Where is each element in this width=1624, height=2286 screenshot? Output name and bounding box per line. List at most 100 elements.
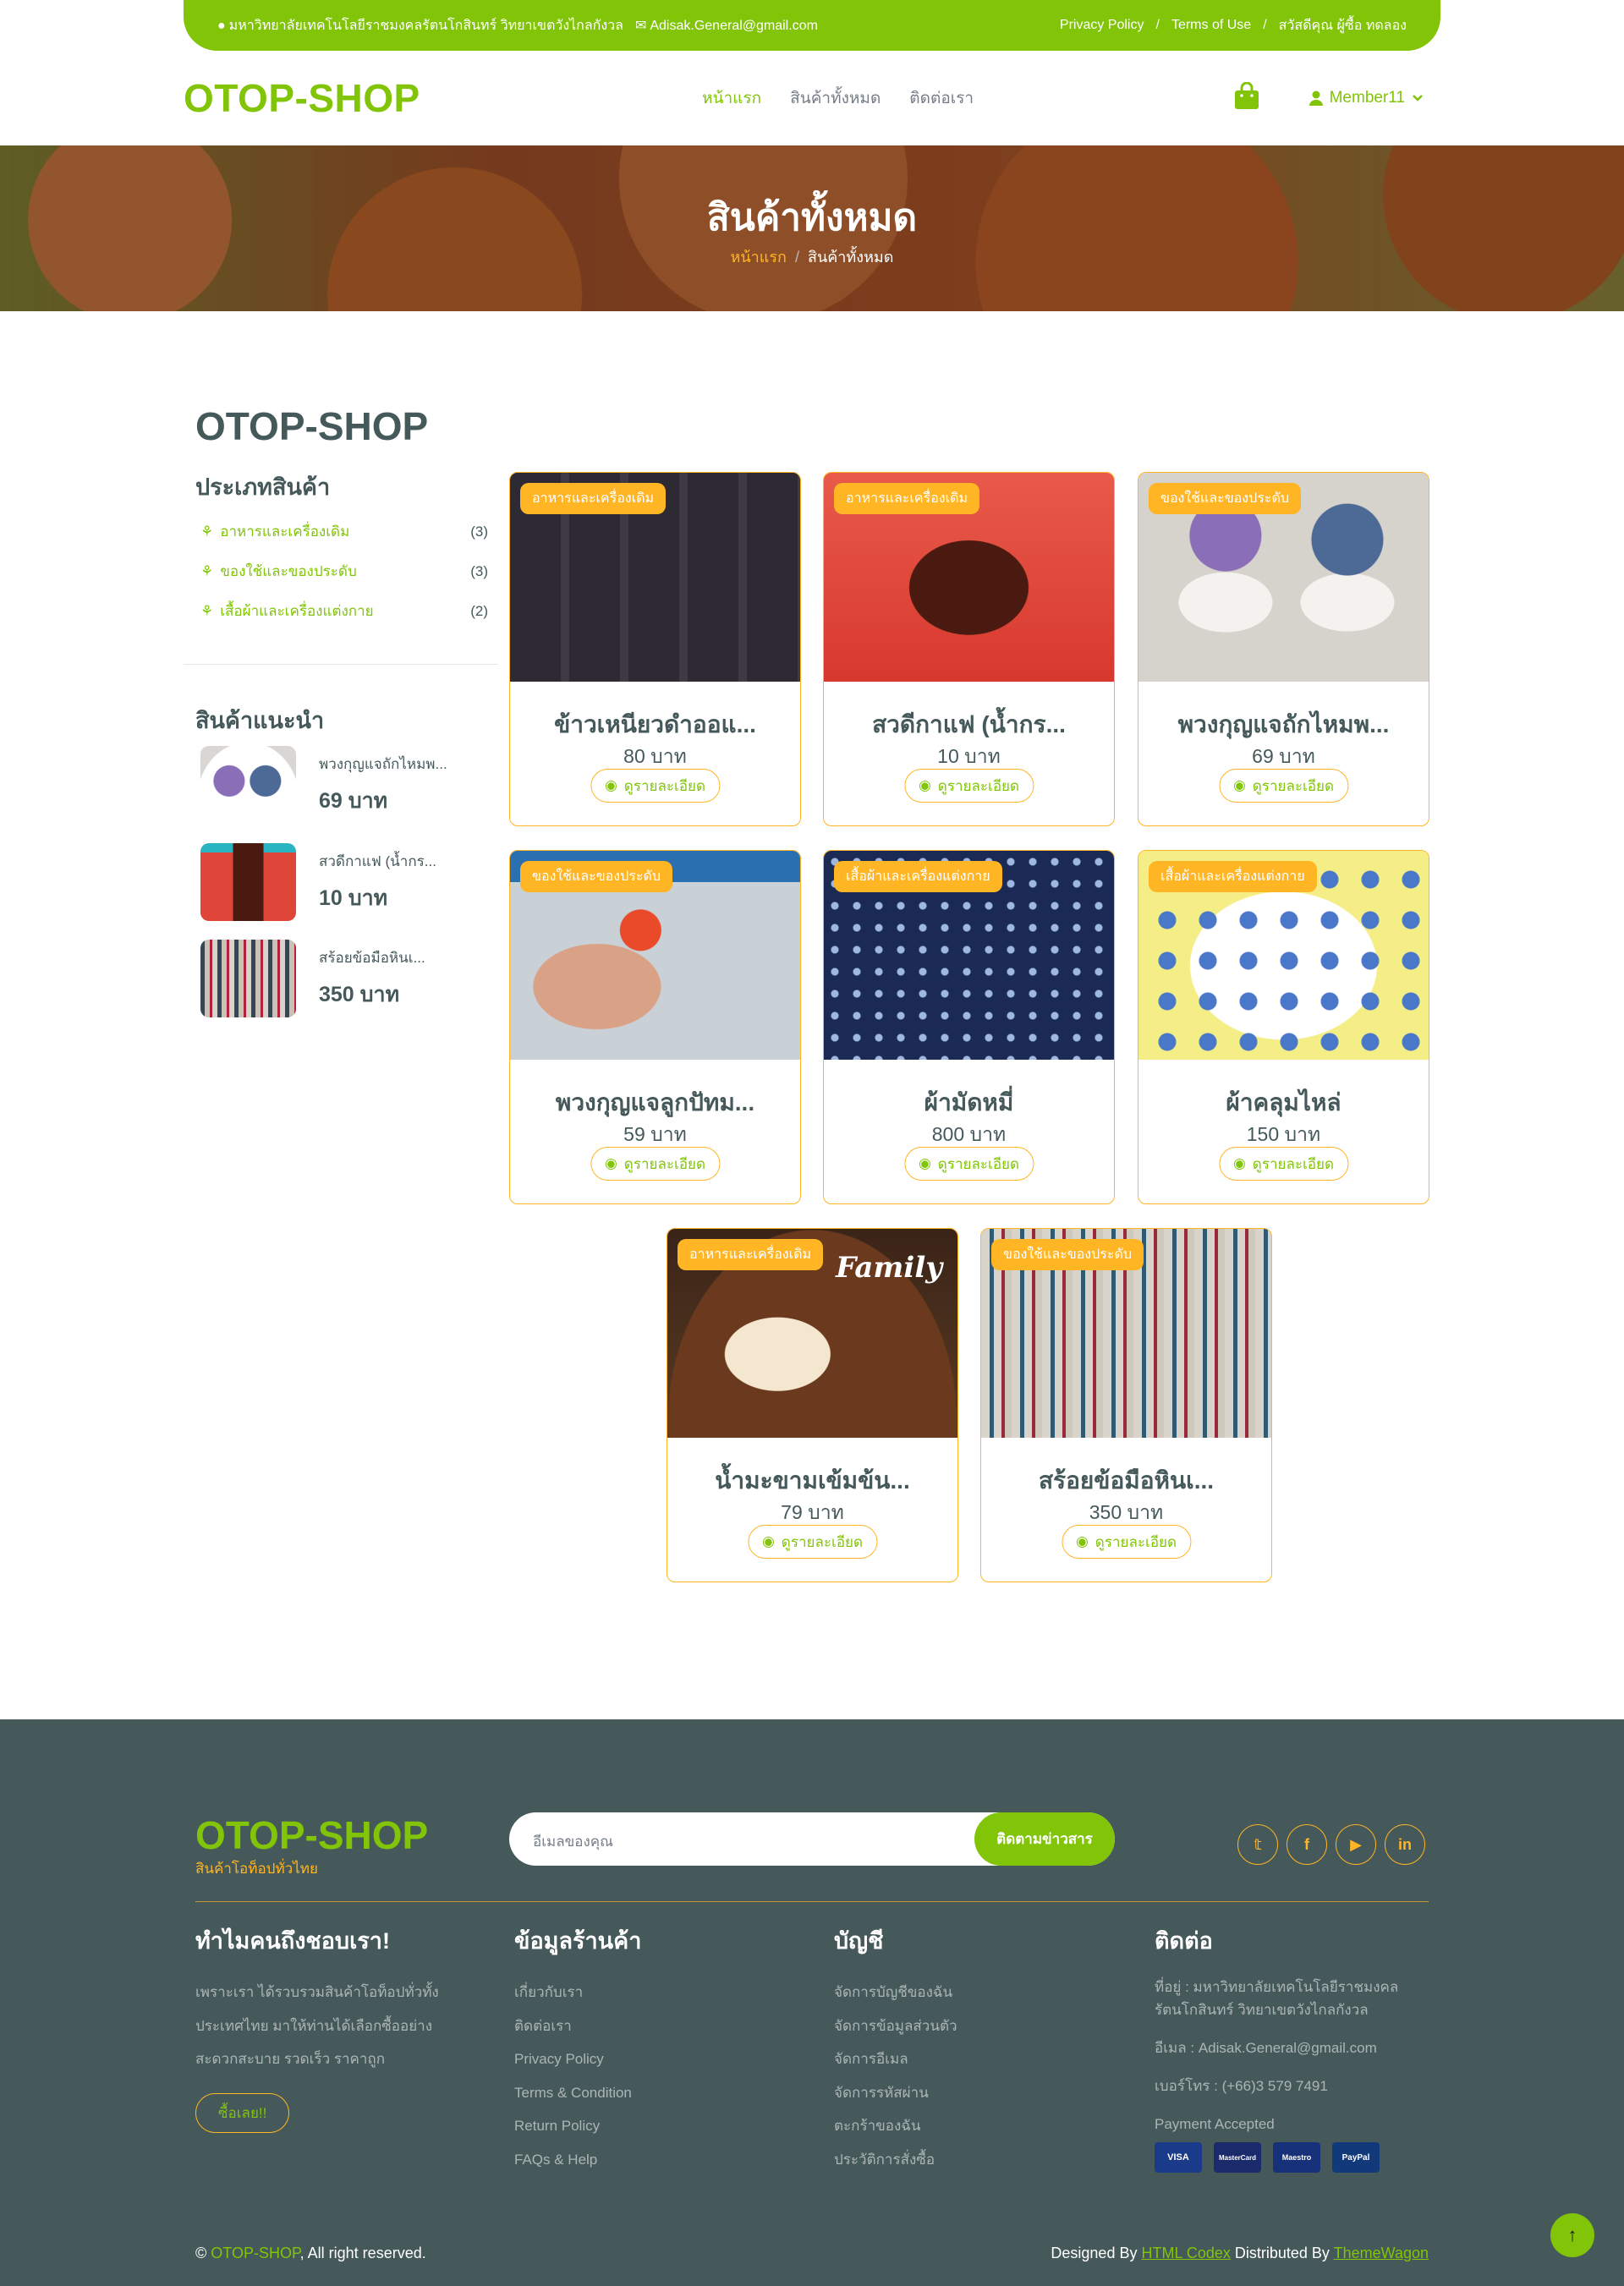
copyright-brand-link[interactable]: OTOP-SHOP [211,2245,299,2261]
brand-logo[interactable]: OTOP-SHOP [184,75,420,121]
twitter-icon[interactable]: 𝕥 [1237,1824,1278,1865]
eye-icon: ◉ [1232,1155,1246,1171]
product-price: 800 บาท [931,1123,1007,1145]
featured-item[interactable]: พวงกุญแจถักไหมพ... 69 บาท [200,746,488,824]
email-link[interactable]: ✉ Adisak.General@gmail.com [635,17,818,34]
footer-link[interactable]: จัดการบัญชีของฉัน [834,1976,1122,2009]
footer-link[interactable]: จัดการข้อมูลส่วนตัว [834,2009,1122,2043]
product-card[interactable]: ของใช้และของประดับ พวงกุญแจลูกปัทม... 59… [509,850,801,1204]
page-title: สินค้าทั้งหมด [706,197,918,238]
main-nav: หน้าแรก สินค้าทั้งหมด ติดต่อเรา [702,85,974,111]
product-card[interactable]: ของใช้และของประดับ สร้อยข้อมือหินเ... 35… [980,1228,1272,1582]
product-card[interactable]: เสื้อผ้าและเครื่องแต่งกาย ผ้าคลุมไหล่ 15… [1138,850,1429,1204]
footer-contact: ติดต่อ ที่อยู่ : มหาวิทยาลัยเทคโนโลยีราช… [1155,1922,1408,2173]
buy-now-button[interactable]: ซื้อเลย!! [195,2093,290,2133]
footer-link[interactable]: ติดต่อเรา [514,2009,802,2043]
email-input[interactable]: อีเมลของคุณ [533,1830,613,1853]
credits: Designed By HTML Codex Distributed By Th… [1051,2245,1429,2261]
footer-brand[interactable]: OTOP-SHOP [195,1812,428,1858]
facebook-icon[interactable]: f [1287,1824,1327,1865]
footer-link[interactable]: Return Policy [514,2109,802,2143]
member-menu[interactable]: Member11 [1309,89,1424,107]
featured-price: 350 บาท [319,982,400,1006]
category-item[interactable]: ⚘ เสื้อผ้าและเครื่องแต่งกาย (2) [200,591,488,631]
contact-email: อีเมล : Adisak.General@gmail.com [1155,2040,1377,2056]
subscribe-button[interactable]: ติดตามข่าวสาร [974,1812,1115,1866]
linkedin-icon[interactable]: in [1385,1824,1425,1865]
footer-tagline: สินค้าโอท็อปทั่วไทย [195,1861,318,1877]
product-card[interactable]: อาหารและเครื่องเดิม ข้าวเหนียวดำออแ... 8… [509,472,801,826]
greeting-link[interactable]: สวัสดีคุณ ผู้ซื้อ ทดลอง [1279,15,1407,36]
product-thumbnail [200,940,296,1017]
footer-link[interactable]: ตะกร้าของฉัน [834,2109,1122,2143]
view-details-button[interactable]: ◉ ดูรายละเอียด [590,769,721,803]
featured-item[interactable]: สวดีกาแฟ (น้ำกร... 10 บาท [200,843,488,921]
category-badge: อาหารและเครื่องเดิม [520,483,667,514]
view-details-button[interactable]: ◉ ดูรายละเอียด [1218,1147,1349,1181]
designer-link[interactable]: HTML Codex [1141,2245,1230,2261]
page-hero: สินค้าทั้งหมด หน้าแรก / สินค้าทั้งหมด [0,145,1624,311]
view-details-button[interactable]: ◉ ดูรายละเอียด [1061,1525,1192,1559]
footer-link[interactable]: Privacy Policy [514,2042,802,2076]
category-badge: ของใช้และของประดับ [991,1239,1144,1270]
nav-contact[interactable]: ติดต่อเรา [909,85,974,111]
footer-link[interactable]: FAQs & Help [514,2143,802,2177]
product-card[interactable]: เสื้อผ้าและเครื่องแต่งกาย ผ้ามัดหมี่ 800… [823,850,1115,1204]
maestro-icon: Maestro [1273,2142,1320,2173]
view-details-button[interactable]: ◉ ดูรายละเอียด [747,1525,878,1559]
product-name: น้ำมะขามเข้มข้น... [715,1467,910,1494]
footer-text: สะดวกสะบาย รวดเร็ว ราคาถูก [195,2051,386,2067]
separator: / [1263,18,1267,32]
back-to-top-button[interactable]: ↑ [1550,2213,1594,2257]
footer-heading: บัญชี [834,1928,884,1954]
footer-link[interactable]: Terms & Condition [514,2076,802,2110]
map-marker-icon: ● [217,18,226,33]
terms-link[interactable]: Terms of Use [1171,18,1251,33]
footer-heading: ติดต่อ [1155,1928,1213,1954]
categories-heading: ประเภทสินค้า [195,474,331,500]
product-card[interactable]: อาหารและเครื่องเดิม สวดีกาแฟ (น้ำกร... 1… [823,472,1115,826]
newsletter-form: อีเมลของคุณ ติดตามข่าวสาร [509,1812,1115,1866]
footer-link[interactable]: จัดการรหัสผ่าน [834,2076,1122,2110]
product-card[interactable]: ของใช้และของประดับ พวงกุญแจถักไหมพ... 69… [1138,472,1429,826]
product-card[interactable]: Family อาหารและเครื่องเดิม น้ำมะขามเข้มข… [667,1228,958,1582]
view-details-button[interactable]: ◉ ดูรายละเอียด [1218,769,1349,803]
privacy-link[interactable]: Privacy Policy [1060,18,1144,33]
category-count: (3) [470,562,488,579]
nav-home[interactable]: หน้าแรก [702,85,761,111]
product-price: 80 บาท [623,745,687,767]
payment-label: Payment Accepted [1155,2116,1275,2132]
footer-why: ทำไมคนถึงชอบเรา! เพราะเรา ได้รวบรวมสินค้… [195,1922,483,2076]
category-item[interactable]: ⚘ ของใช้และของประดับ (3) [200,551,488,591]
cart-button[interactable] [1233,81,1260,115]
product-price: 79 บาท [781,1501,844,1523]
footer: OTOP-SHOP สินค้าโอท็อปทั่วไทย อีเมลของคุ… [0,1719,1624,2286]
footer-link[interactable]: ประวัติการสั่งซื้อ [834,2143,1122,2177]
featured-item[interactable]: สร้อยข้อมือหินเ... 350 บาท [200,940,488,1017]
featured-price: 10 บาท [319,885,388,910]
category-item[interactable]: ⚘ อาหารและเครื่องเดิม (3) [200,512,488,551]
mastercard-icon: MasterCard [1214,2142,1261,2173]
apple-icon: ⚘ [200,562,214,579]
footer-bottom: © OTOP-SHOP, All right reserved. Designe… [195,2245,1429,2262]
youtube-icon[interactable]: ▶ [1336,1824,1376,1865]
footer-link[interactable]: เกี่ยวกับเรา [514,1976,802,2009]
footer-divider [195,1901,1429,1902]
product-price: 150 บาท [1246,1123,1321,1145]
view-details-button[interactable]: ◉ ดูรายละเอียด [903,769,1034,803]
distributor-link[interactable]: ThemeWagon [1334,2245,1429,2261]
nav-all-products[interactable]: สินค้าทั้งหมด [790,85,881,111]
view-details-button[interactable]: ◉ ดูรายละเอียด [903,1147,1034,1181]
breadcrumb-home[interactable]: หน้าแรก [731,249,787,266]
apple-icon: ⚘ [200,602,214,619]
featured-price: 69 บาท [319,788,388,813]
footer-link[interactable]: จัดการอีเมล [834,2042,1122,2076]
copyright-icon: © [195,2245,207,2261]
product-price: 350 บาท [1089,1501,1164,1523]
envelope-icon: ✉ [634,19,647,33]
featured-name: สวดีกาแฟ (น้ำกร... [319,852,436,869]
view-details-button[interactable]: ◉ ดูรายละเอียด [590,1147,721,1181]
category-badge: ของใช้และของประดับ [1149,483,1301,514]
product-thumbnail [200,746,296,824]
featured-heading: สินค้าแนะนำ [195,708,325,733]
